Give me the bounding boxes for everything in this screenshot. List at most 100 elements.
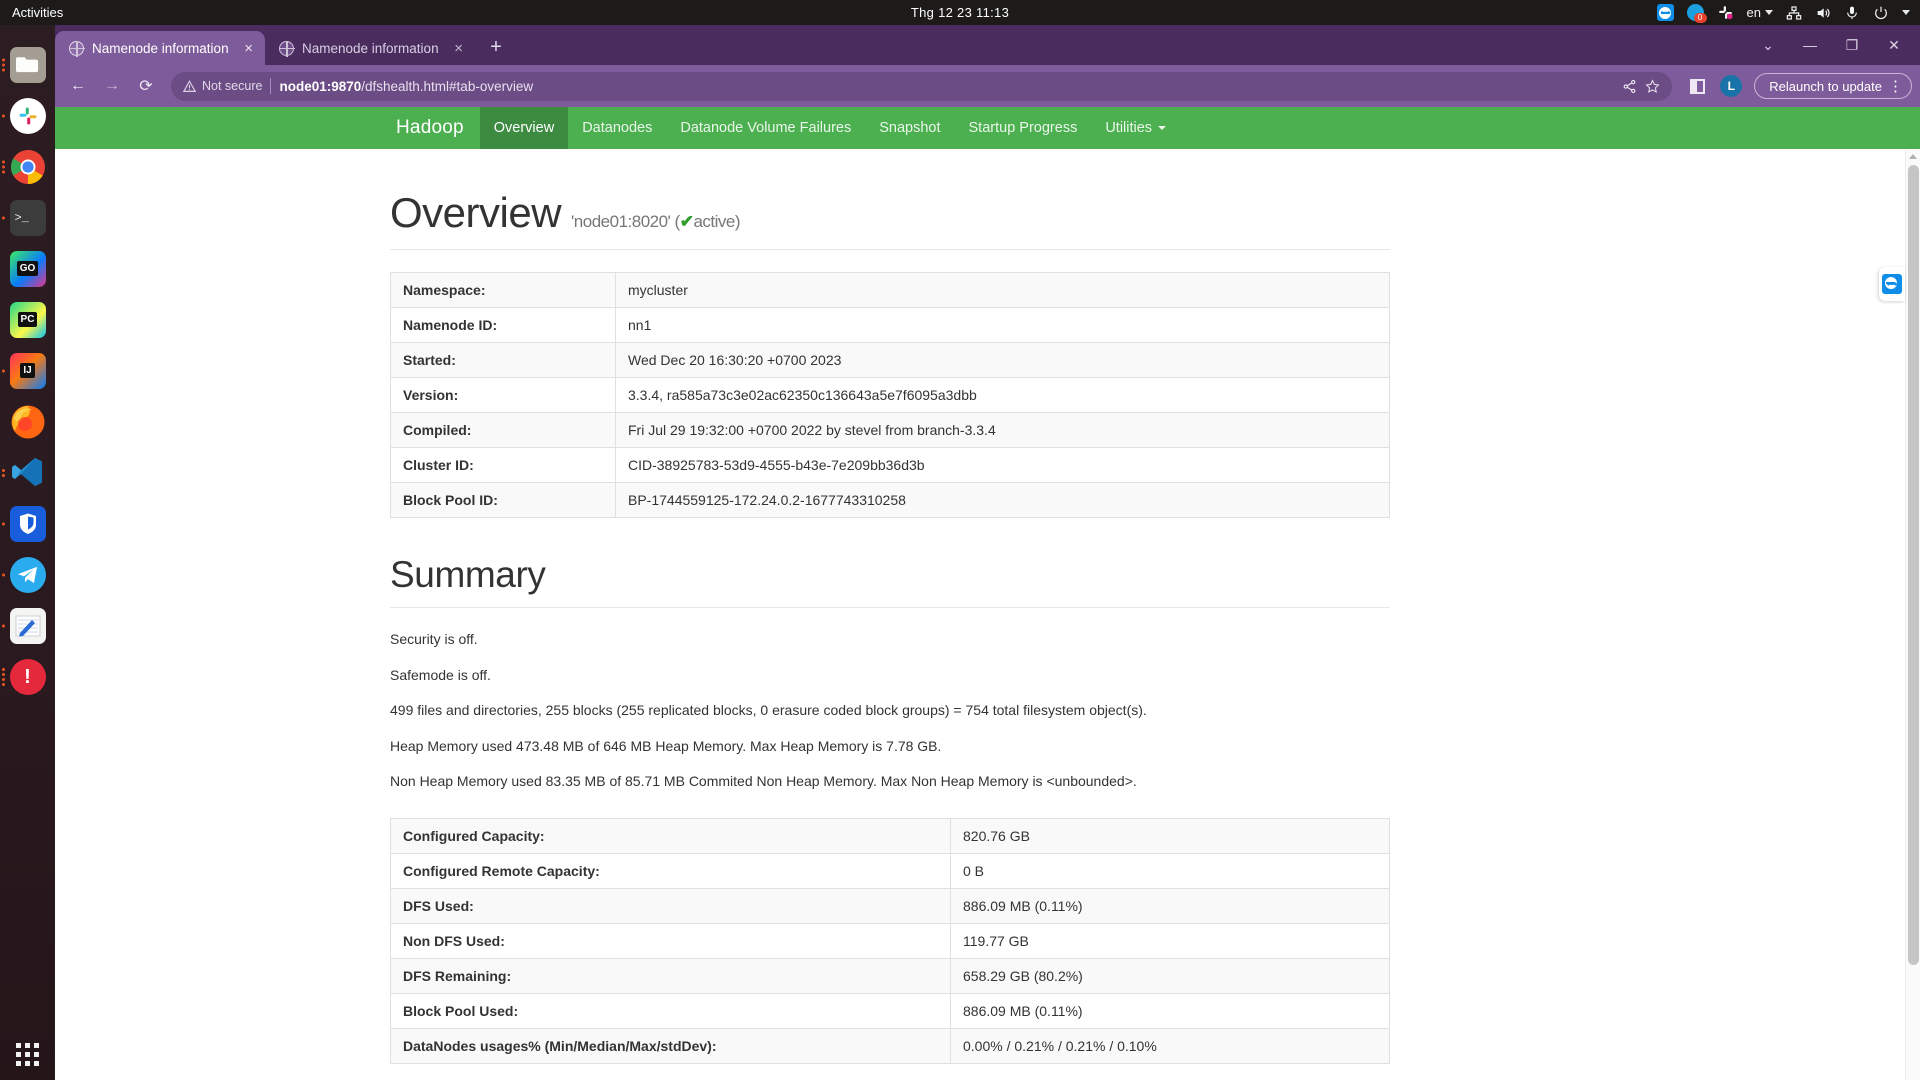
scroll-up-arrow-icon[interactable] bbox=[1906, 149, 1920, 164]
nav-datanode-volume-failures[interactable]: Datanode Volume Failures bbox=[666, 107, 865, 149]
table-row: Configured Remote Capacity: 0 B bbox=[390, 852, 1390, 889]
alert-icon: ! bbox=[9, 658, 46, 695]
system-menu-chevron-icon[interactable] bbox=[1902, 10, 1910, 15]
avatar: L bbox=[1720, 75, 1743, 97]
row-key: Compiled: bbox=[390, 412, 616, 448]
dock-item-intellij-idea[interactable]: IJ bbox=[0, 345, 55, 396]
scrollbar-thumb[interactable] bbox=[1908, 165, 1919, 965]
chrome-icon bbox=[10, 149, 46, 185]
summary-line: Non Heap Memory used 83.35 MB of 85.71 M… bbox=[390, 773, 1137, 790]
table-row: Configured Capacity: 820.76 GB bbox=[390, 817, 1390, 854]
page-viewport: Hadoop Overview Datanodes Datanode Volum… bbox=[55, 107, 1920, 1080]
profile-avatar[interactable]: L bbox=[1716, 71, 1746, 101]
row-value: Fri Jul 29 19:32:00 +0700 2022 by stevel… bbox=[615, 412, 1390, 448]
vscode-icon bbox=[10, 455, 46, 491]
dock-item-files[interactable] bbox=[0, 39, 55, 90]
row-key: Namenode ID: bbox=[390, 307, 616, 343]
new-tab-button[interactable]: + bbox=[481, 32, 511, 62]
messages-icon[interactable]: 0 bbox=[1686, 4, 1707, 23]
chrome-menu-icon[interactable]: ⋮ bbox=[1888, 77, 1903, 95]
power-icon[interactable] bbox=[1873, 5, 1889, 21]
notes-icon bbox=[9, 607, 46, 644]
volume-icon[interactable] bbox=[1815, 5, 1831, 21]
tab-title: Namenode information bbox=[92, 40, 229, 56]
clock[interactable]: Thg 12 23 11:13 bbox=[0, 5, 1920, 20]
tab-search-chevron-icon[interactable]: ⌄ bbox=[1748, 30, 1788, 60]
bitwarden-icon bbox=[9, 505, 46, 542]
relaunch-label: Relaunch to update bbox=[1769, 78, 1882, 94]
network-icon[interactable] bbox=[1786, 5, 1802, 21]
nav-snapshot[interactable]: Snapshot bbox=[865, 107, 954, 149]
dock-item-firefox[interactable] bbox=[0, 396, 55, 447]
row-value: 820.76 GB bbox=[950, 817, 1390, 854]
browser-tab-2[interactable]: Namenode information × bbox=[265, 31, 475, 65]
security-indicator[interactable]: Not secure bbox=[183, 79, 262, 93]
show-applications-button[interactable] bbox=[0, 1043, 55, 1066]
language-indicator[interactable]: en bbox=[1747, 5, 1773, 20]
dock-item-slack[interactable] bbox=[0, 90, 55, 141]
table-row: Block Pool Used: 886.09 MB (0.11%) bbox=[390, 992, 1390, 1029]
summary-text-block: Security is off. Safemode is off. 499 fi… bbox=[390, 630, 1390, 792]
running-indicator-alert bbox=[2, 666, 5, 688]
relaunch-to-update-button[interactable]: Relaunch to update ⋮ bbox=[1754, 73, 1912, 99]
globe-favicon-icon bbox=[279, 40, 295, 57]
maximize-button[interactable]: ❐ bbox=[1832, 30, 1872, 60]
row-value: 658.29 GB (80.2%) bbox=[950, 957, 1390, 994]
hadoop-brand[interactable]: Hadoop bbox=[380, 107, 480, 149]
dock-item-vscode[interactable] bbox=[0, 447, 55, 498]
globe-favicon-icon bbox=[69, 40, 85, 57]
slack-icon[interactable] bbox=[1717, 4, 1734, 21]
table-row: Block Pool ID: BP-1744559125-172.24.0.2-… bbox=[390, 482, 1390, 518]
side-panel-button[interactable] bbox=[1682, 71, 1712, 101]
browser-tab-1[interactable]: Namenode information × bbox=[55, 31, 265, 65]
row-value: mycluster bbox=[615, 272, 1390, 308]
page-scrollbar[interactable] bbox=[1905, 149, 1920, 1080]
summary-line: Heap Memory used 473.48 MB of 646 MB Hea… bbox=[390, 737, 942, 754]
reload-button[interactable]: ⟳ bbox=[131, 71, 161, 101]
dock-item-goland[interactable]: GO bbox=[0, 243, 55, 294]
running-indicator-intellij bbox=[2, 367, 5, 374]
back-button[interactable]: ← bbox=[63, 71, 93, 101]
dock-item-bitwarden[interactable] bbox=[0, 498, 55, 549]
overview-table: Namespace: mycluster Namenode ID: nn1 St… bbox=[390, 272, 1390, 518]
warning-triangle-icon bbox=[183, 79, 196, 92]
chevron-down-icon bbox=[1765, 10, 1773, 15]
microphone-icon[interactable] bbox=[1844, 5, 1860, 21]
forward-button[interactable]: → bbox=[97, 71, 127, 101]
bookmark-star-icon[interactable] bbox=[1645, 78, 1660, 94]
dock-item-notes[interactable] bbox=[0, 600, 55, 651]
dock-item-alert-app[interactable]: ! bbox=[0, 651, 55, 702]
row-key: Block Pool Used: bbox=[390, 992, 951, 1029]
teamviewer-icon[interactable] bbox=[1656, 4, 1674, 21]
close-window-button[interactable]: ✕ bbox=[1874, 30, 1914, 60]
dock-item-chrome[interactable] bbox=[0, 141, 55, 192]
status-text: active bbox=[693, 212, 735, 231]
table-row: Namenode ID: nn1 bbox=[390, 307, 1390, 343]
nav-startup-progress[interactable]: Startup Progress bbox=[955, 107, 1092, 149]
dock-item-pycharm[interactable]: PC bbox=[0, 294, 55, 345]
hadoop-navbar: Hadoop Overview Datanodes Datanode Volum… bbox=[55, 107, 1920, 149]
row-key: Block Pool ID: bbox=[390, 482, 616, 518]
row-value: 119.77 GB bbox=[950, 922, 1390, 959]
address-bar[interactable]: Not secure node01:9870/dfshealth.html#ta… bbox=[171, 71, 1673, 101]
running-indicator-bitwarden bbox=[2, 520, 5, 527]
table-row: Version: 3.3.4, ra585a73c3e02ac62350c136… bbox=[390, 377, 1390, 413]
minimize-button[interactable]: — bbox=[1790, 30, 1830, 60]
close-tab-icon[interactable]: × bbox=[452, 40, 465, 57]
close-tab-icon[interactable]: × bbox=[242, 40, 255, 57]
teamviewer-side-widget[interactable] bbox=[1879, 267, 1905, 301]
nav-utilities[interactable]: Utilities bbox=[1091, 107, 1180, 149]
nav-overview[interactable]: Overview bbox=[479, 107, 569, 149]
browser-toolbar: ← → ⟳ Not secure node01:9870/dfshealth.h… bbox=[55, 65, 1920, 107]
nav-datanodes[interactable]: Datanodes bbox=[568, 107, 666, 149]
summary-title: Summary bbox=[390, 554, 1390, 608]
share-icon[interactable] bbox=[1622, 79, 1637, 94]
row-value: 3.3.4, ra585a73c3e02ac62350c136643a5e7f6… bbox=[615, 377, 1390, 413]
overview-heading: Overview bbox=[390, 189, 562, 236]
tab-strip: Namenode information × Namenode informat… bbox=[55, 25, 1920, 65]
row-value: CID-38925783-53d9-4555-b43e-7e209bb36d3b bbox=[615, 447, 1390, 483]
row-value: BP-1744559125-172.24.0.2-1677743310258 bbox=[615, 482, 1390, 518]
dock-item-telegram[interactable] bbox=[0, 549, 55, 600]
dock-item-terminal[interactable]: >_ bbox=[0, 192, 55, 243]
summary-line: Security is off. bbox=[390, 631, 478, 647]
